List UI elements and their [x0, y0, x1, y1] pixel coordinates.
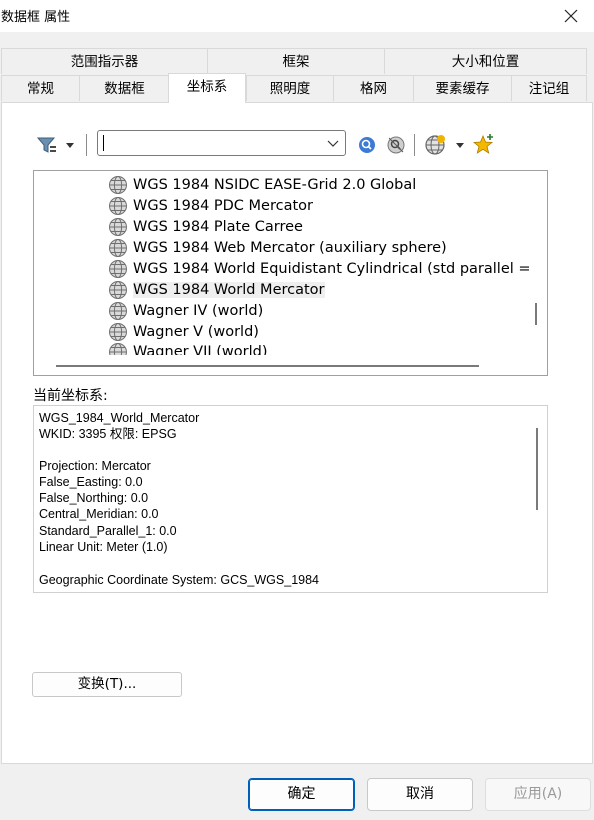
detail-line: WGS_1984_World_Mercator [39, 411, 200, 425]
add-coordinate-system-button[interactable] [423, 133, 467, 157]
detail-line: WKID: 3395 权限: EPSG [39, 427, 177, 441]
vertical-scroll-thumb[interactable] [535, 303, 537, 325]
chevron-down-icon[interactable] [326, 135, 340, 151]
tab-annotation-groups[interactable]: 注记组 [511, 75, 587, 101]
tab-general[interactable]: 常规 [1, 75, 79, 101]
tab-frame[interactable]: 框架 [207, 48, 384, 74]
detail-line: Linear Unit: Meter (1.0) [39, 540, 168, 554]
globe-icon [109, 322, 127, 341]
ok-button[interactable]: 确定 [248, 778, 355, 811]
toolbar-separator [86, 134, 87, 156]
detail-line: False_Easting: 0.0 [39, 475, 143, 489]
text-caret [103, 135, 104, 151]
detail-line: False_Northing: 0.0 [39, 491, 149, 505]
globe-icon [109, 280, 127, 299]
title-bar: 数据框 属性 [0, 0, 594, 32]
coordinate-system-tree[interactable]: WGS 1984 NSIDC EASE-Grid 2.0 Global WGS … [33, 170, 548, 376]
tree-item[interactable]: WGS 1984 Plate Carree [108, 216, 303, 237]
tab-extent-indicators[interactable]: 范围指示器 [1, 48, 207, 74]
tab-coordinate-system[interactable]: 坐标系 [168, 73, 246, 103]
add-to-favorites-icon [472, 134, 494, 154]
tree-item[interactable]: Wagner IV (world) [108, 300, 263, 321]
detail-line: Geographic Coordinate System: GCS_WGS_19… [39, 573, 319, 587]
detail-line: Standard_Parallel_1: 0.0 [39, 524, 177, 538]
detail-line: Central_Meridian: 0.0 [39, 507, 159, 521]
filter-button[interactable] [36, 134, 76, 156]
clear-search-button[interactable] [385, 134, 407, 156]
window-title: 数据框 属性 [1, 10, 71, 25]
transform-button[interactable]: 变换(T)... [32, 672, 182, 697]
current-coordinate-system-label: 当前坐标系: [33, 388, 108, 404]
globe-icon [109, 217, 127, 236]
search-input[interactable] [102, 133, 326, 155]
clear-search-icon [387, 136, 405, 154]
tree-item[interactable]: WGS 1984 World Equidistant Cylindrical (… [108, 258, 531, 279]
tab-grids[interactable]: 格网 [333, 75, 413, 101]
vertical-scroll-thumb[interactable] [536, 428, 538, 510]
current-coordinate-system-details: WGS_1984_World_Mercator WKID: 3395 权限: E… [33, 405, 548, 593]
tree-item[interactable]: Wagner V (world) [108, 321, 259, 342]
toolbar-separator [414, 134, 415, 156]
search-button[interactable] [356, 134, 378, 156]
globe-icon [109, 196, 127, 215]
close-button[interactable] [548, 0, 594, 32]
tree-item-selected[interactable]: WGS 1984 World Mercator [108, 279, 325, 300]
horizontal-scroll-thumb[interactable] [56, 365, 479, 367]
filter-icon [36, 137, 74, 153]
globe-icon [109, 301, 127, 320]
apply-button[interactable]: 应用(A) [485, 778, 591, 811]
tree-item[interactable]: WGS 1984 NSIDC EASE-Grid 2.0 Global [108, 174, 416, 195]
add-to-favorites-button[interactable] [472, 133, 496, 157]
tab-size-position[interactable]: 大小和位置 [384, 48, 587, 74]
search-combo[interactable] [97, 130, 346, 156]
tree-item[interactable]: Wagner VII (world) [108, 342, 268, 356]
globe-icon [109, 259, 127, 278]
horizontal-scrollbar[interactable] [34, 355, 547, 375]
tab-data-frame[interactable]: 数据框 [79, 75, 169, 101]
search-icon [359, 137, 375, 153]
tree-item[interactable]: WGS 1984 PDC Mercator [108, 195, 313, 216]
globe-icon [109, 238, 127, 257]
globe-icon [109, 343, 127, 356]
globe-icon [109, 175, 127, 194]
tab-feature-cache[interactable]: 要素缓存 [413, 75, 511, 101]
detail-line: Projection: Mercator [39, 459, 151, 473]
cancel-button[interactable]: 取消 [367, 778, 473, 811]
globe-add-icon [425, 135, 464, 155]
tree-item[interactable]: WGS 1984 Web Mercator (auxiliary sphere) [108, 237, 447, 258]
close-icon [564, 9, 578, 23]
tab-illumination[interactable]: 照明度 [246, 75, 333, 101]
